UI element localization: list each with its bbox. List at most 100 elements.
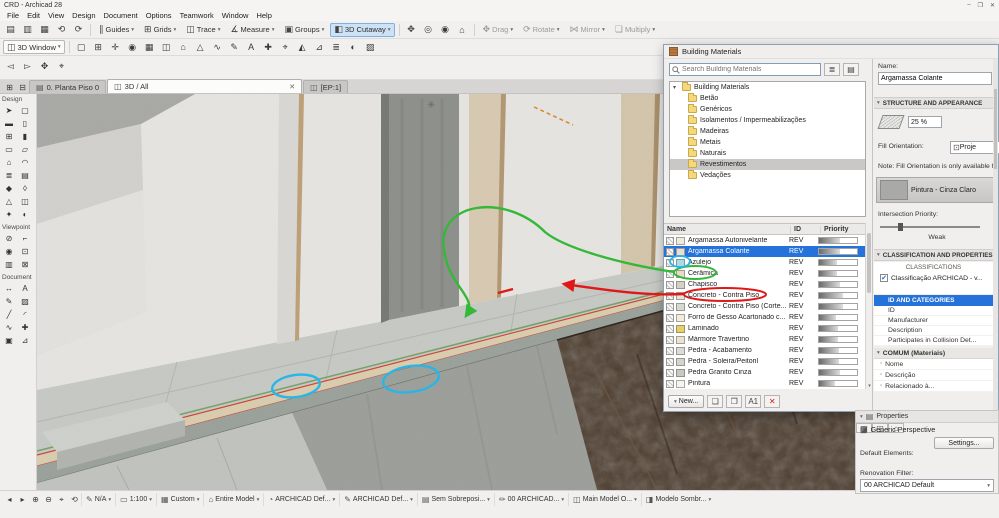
properties-header[interactable]: ▾ ▤ Properties bbox=[856, 411, 998, 423]
pan-icon[interactable]: ✥ bbox=[404, 23, 419, 37]
document-tool-icon[interactable]: ∿ bbox=[1, 321, 17, 334]
tab-3d-all[interactable]: ◫ 3D / All ✕ bbox=[107, 79, 303, 93]
tree-folder[interactable]: Isolamentos / Impermeabilizações bbox=[670, 115, 865, 126]
new-material-button[interactable]: ▾ New... bbox=[668, 395, 705, 408]
toolbar-icon[interactable]: ◫ bbox=[159, 40, 174, 54]
design-tool-icon[interactable]: ◠ bbox=[17, 156, 33, 169]
design-tool-icon[interactable]: ◐ bbox=[17, 208, 33, 221]
design-tool-icon[interactable]: ▬ bbox=[1, 117, 17, 130]
menu-item[interactable]: Edit bbox=[23, 11, 44, 20]
design-tool-icon[interactable]: ◊ bbox=[17, 182, 33, 195]
tree-folder[interactable]: Madeiras bbox=[670, 126, 865, 137]
toolbar-icon[interactable]: △ bbox=[193, 40, 208, 54]
design-tool-icon[interactable]: ▯ bbox=[17, 117, 33, 130]
document-tool-icon[interactable]: ◜ bbox=[17, 308, 33, 321]
drag-button[interactable]: ✥ Drag ▾ bbox=[479, 23, 518, 37]
material-row[interactable]: Azulejo REV bbox=[664, 257, 866, 268]
cut-fill-percent-field[interactable]: 25 % bbox=[908, 116, 942, 128]
toolbar-icon[interactable]: ✚ bbox=[261, 40, 276, 54]
toolbar-icon[interactable]: ◭ bbox=[295, 40, 310, 54]
design-tool-icon[interactable]: ⊞ bbox=[1, 130, 17, 143]
toolbar-icon[interactable]: ✛ bbox=[108, 40, 123, 54]
renovation-filter-chip[interactable]: ✏ 00 ARCHICAD... ▾ bbox=[493, 493, 568, 506]
intersection-priority-slider[interactable] bbox=[880, 223, 980, 231]
back-icon[interactable]: ◂ bbox=[3, 493, 16, 506]
material-row[interactable]: Concreto - Contra Piso REV bbox=[664, 290, 866, 301]
orbit-icon[interactable]: ◎ bbox=[421, 23, 436, 37]
document-tool-icon[interactable]: ▨ bbox=[17, 295, 33, 308]
material-row[interactable]: Laminado REV bbox=[664, 323, 866, 334]
list-view-button[interactable]: ≣ bbox=[824, 63, 840, 76]
viewpoint-tool-icon[interactable]: ⊡ bbox=[17, 245, 33, 258]
document-tool-icon[interactable]: ⊿ bbox=[17, 334, 33, 347]
close-tab-icon[interactable]: ✕ bbox=[289, 83, 295, 91]
delete-material-button[interactable]: ✕ bbox=[764, 395, 781, 408]
forward-view-icon[interactable]: ▻ bbox=[20, 59, 35, 73]
design-tool-icon[interactable]: △ bbox=[1, 195, 17, 208]
material-row[interactable]: Argamassa Colante REV bbox=[664, 246, 866, 257]
toolbar-icon[interactable]: ▢ bbox=[74, 40, 89, 54]
menu-item[interactable]: Window bbox=[218, 11, 253, 20]
tab-ep1[interactable]: ◫ [EP:1] ✕ bbox=[303, 80, 349, 93]
comum-property-row[interactable]: ▫ Nome bbox=[874, 359, 993, 370]
material-row[interactable]: Pintura REV bbox=[664, 378, 866, 389]
column-name[interactable]: Name bbox=[664, 226, 790, 233]
design-tool-icon[interactable]: ➤ bbox=[1, 104, 17, 117]
menu-icon[interactable]: ▤ bbox=[3, 23, 18, 37]
structure-display-chip[interactable]: ⌂ Entire Model ▾ bbox=[203, 493, 263, 506]
tree-folder[interactable]: Metais bbox=[670, 137, 865, 148]
shadow-model-chip[interactable]: ◨ Modelo Sombr... ▾ bbox=[640, 493, 715, 506]
settings-view-button[interactable]: ▤ bbox=[843, 63, 859, 76]
close-button[interactable]: ✕ bbox=[990, 2, 995, 9]
tree-folder[interactable]: Genéricos bbox=[670, 104, 865, 115]
design-tool-icon[interactable]: ▭ bbox=[1, 143, 17, 156]
zoom-in-icon[interactable]: ⊕ bbox=[29, 493, 42, 506]
menu-item[interactable]: File bbox=[3, 11, 23, 20]
checkbox-checked-icon[interactable]: ✔ bbox=[880, 274, 888, 282]
navigator-icon[interactable]: ⊟ bbox=[16, 81, 29, 93]
tree-folder[interactable]: Betão bbox=[670, 93, 865, 104]
design-tool-icon[interactable]: ≣ bbox=[1, 169, 17, 182]
duplicate-button[interactable]: ❏ bbox=[707, 395, 724, 408]
material-name-input[interactable] bbox=[881, 75, 989, 82]
pen-set-chip[interactable]: ◔ ARCHICAD Def... ▾ bbox=[263, 493, 339, 506]
open-icon[interactable]: ▥ bbox=[20, 23, 35, 37]
fill-orientation-dropdown[interactable]: ⊡ Proje bbox=[950, 141, 999, 154]
tree-root[interactable]: ▾ Building Materials bbox=[670, 82, 865, 93]
design-tool-icon[interactable]: ▢ bbox=[17, 104, 33, 117]
material-name-field[interactable] bbox=[878, 72, 992, 85]
layer-combination-chip[interactable]: ▦ Custom ▾ bbox=[156, 493, 203, 506]
property-row[interactable]: Participates in Collision Det... bbox=[874, 336, 993, 346]
toolbar-icon[interactable]: ▨ bbox=[363, 40, 378, 54]
toolbar-icon[interactable]: ≣ bbox=[329, 40, 344, 54]
multiply-button[interactable]: ❏ Multiply ▾ bbox=[611, 23, 659, 37]
measure-button[interactable]: ∡ Measure ▾ bbox=[226, 23, 278, 37]
copy-settings-button[interactable]: ❐ bbox=[726, 395, 743, 408]
toolbar-icon[interactable]: ⌂ bbox=[176, 40, 191, 54]
viewpoint-tool-icon[interactable]: ⊘ bbox=[1, 232, 17, 245]
column-id[interactable]: ID bbox=[790, 225, 820, 233]
grids-button[interactable]: ⊞ Grids ▾ bbox=[140, 23, 180, 37]
editor-scrollbar[interactable] bbox=[993, 59, 998, 411]
material-row[interactable]: Pedra - Acabamento REV bbox=[664, 345, 866, 356]
material-row[interactable]: Cerâmica REV bbox=[664, 268, 866, 279]
viewpoint-tool-icon[interactable]: ⌐ bbox=[17, 232, 33, 245]
toolbar-icon[interactable]: ⊿ bbox=[312, 40, 327, 54]
search-box[interactable] bbox=[669, 63, 821, 76]
tree-folder[interactable]: Revestimentos bbox=[670, 159, 865, 170]
material-row[interactable]: Pedra Granito Cinza REV bbox=[664, 367, 866, 378]
id-and-categories-header[interactable]: ID AND CATEGORIES bbox=[874, 295, 993, 306]
structure-appearance-header[interactable]: ▾ STRUCTURE AND APPEARANCE bbox=[874, 97, 998, 109]
graphic-override-chip[interactable]: ▤ Sem Sobreposi... ▾ bbox=[416, 493, 494, 506]
list-scrollbar[interactable]: ▾ bbox=[865, 223, 872, 389]
property-row[interactable]: ID bbox=[874, 306, 993, 316]
explore-icon[interactable]: ◉ bbox=[438, 23, 453, 37]
viewpoint-tool-icon[interactable]: ⊠ bbox=[17, 258, 33, 271]
design-tool-icon[interactable]: ◆ bbox=[1, 182, 17, 195]
fit-in-window-icon[interactable]: ⌖ bbox=[55, 493, 68, 506]
model-view-options-chip[interactable]: ✎ ARCHICAD Def... ▾ bbox=[339, 493, 417, 506]
toolbar-icon[interactable]: A bbox=[244, 40, 259, 54]
zoom-out-icon[interactable]: ⊖ bbox=[42, 493, 55, 506]
target-icon[interactable]: ⌖ bbox=[54, 59, 69, 73]
slider-thumb[interactable] bbox=[898, 223, 903, 231]
